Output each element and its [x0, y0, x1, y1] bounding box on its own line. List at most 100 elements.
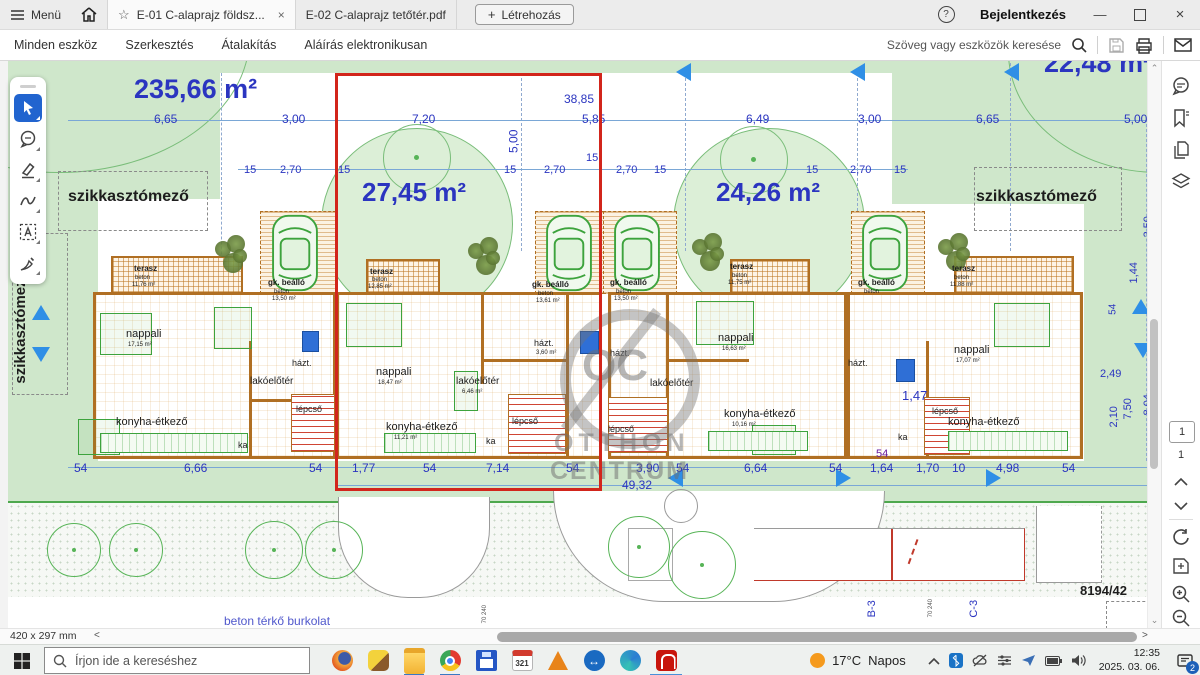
plan-label: 1,44	[1129, 262, 1141, 283]
add-text-tool-button[interactable]	[14, 218, 42, 246]
vertical-scrollbar[interactable]: ⌃ ⌄	[1147, 61, 1161, 628]
hscroll-left-icon[interactable]: <	[94, 630, 100, 641]
zoom-in-icon[interactable]	[1170, 583, 1192, 605]
plan-label: 235,66 m²	[134, 75, 257, 103]
plan-label: beton	[616, 289, 631, 295]
floor-plan-canvas[interactable]: 235,66 m²27,45 m²24,26 m²22,48 m²38,856,…	[8, 61, 1148, 628]
search-label[interactable]: Szöveg vagy eszközök keresése	[887, 38, 1061, 52]
marker-triangle	[32, 347, 50, 362]
home-button[interactable]	[71, 0, 107, 29]
edge-icon[interactable]	[612, 645, 648, 675]
rotate-page-icon[interactable]	[1170, 527, 1192, 549]
weather-temp: 17°C	[832, 653, 861, 668]
page-thumbnails-icon[interactable]	[1170, 139, 1192, 161]
select-tool-button[interactable]	[14, 94, 42, 122]
terrace	[954, 256, 1074, 294]
plan-label: 17,07 m²	[956, 358, 980, 364]
plan-label: 70 240	[482, 605, 488, 623]
plan-label: 15	[806, 165, 818, 177]
plan-label: 15	[244, 165, 256, 177]
menu-szerkesztes[interactable]: Szerkesztés	[111, 38, 207, 52]
plan-label: terasz	[952, 265, 975, 273]
tab-e01[interactable]: ☆ E-01 C-alaprajz földsz... ×	[107, 0, 296, 29]
plan-label: terasz	[134, 265, 157, 273]
fill-sign-tool-button[interactable]	[14, 249, 42, 277]
battery-icon[interactable]	[1045, 656, 1062, 666]
zoom-out-icon[interactable]	[1170, 607, 1192, 629]
close-tab-icon[interactable]: ×	[272, 8, 285, 22]
plan-label: 3,00	[858, 113, 881, 126]
clock[interactable]: 12:35 2025. 03. 06.	[1099, 647, 1160, 673]
plan-label: 6,66	[184, 462, 207, 475]
onedrive-offline-icon[interactable]	[972, 654, 988, 667]
tab-e02[interactable]: E-02 C-alaprajz tetőtér.pdf	[296, 0, 457, 29]
plan-label: 54	[876, 449, 888, 461]
search-icon	[53, 654, 67, 668]
paving-notch	[1036, 506, 1102, 583]
file-explorer-icon[interactable]	[396, 645, 432, 675]
send-plane-icon[interactable]	[1021, 654, 1036, 667]
app-menu-button[interactable]: Menü	[0, 0, 71, 29]
help-button[interactable]: ?	[926, 0, 966, 29]
vertical-scroll-thumb[interactable]	[1150, 319, 1158, 469]
plan-label: beton	[274, 289, 289, 295]
vlc-icon[interactable]	[540, 645, 576, 675]
plan-label: 54	[1108, 304, 1119, 315]
sign-in-button[interactable]: Bejelentkezés	[980, 7, 1066, 22]
plan-label: 54	[829, 462, 842, 475]
next-page-icon[interactable]	[1170, 495, 1192, 517]
add-comment-tool-button[interactable]	[14, 125, 42, 153]
save-tool-icon[interactable]	[468, 645, 504, 675]
taskbar: Írjon ide a kereséshez 321 ↔ 17°C Napos	[0, 644, 1200, 675]
settings-sliders-icon[interactable]	[997, 654, 1012, 667]
save-icon[interactable]	[1108, 37, 1125, 54]
horizontal-scroll-thumb[interactable]	[497, 632, 1137, 642]
notification-center[interactable]: 2	[1170, 645, 1200, 675]
weather-widget[interactable]: 17°C Napos	[810, 653, 906, 668]
mail-icon[interactable]	[1174, 38, 1192, 52]
search-icon[interactable]	[1071, 37, 1087, 53]
hscroll-right-icon[interactable]: >	[1142, 630, 1148, 641]
menu-atalakitas[interactable]: Átalakítás	[207, 38, 290, 52]
menu-minden-eszkoz[interactable]: Minden eszköz	[0, 38, 111, 52]
firefox-icon[interactable]	[324, 645, 360, 675]
print-icon[interactable]	[1135, 37, 1153, 54]
maximize-button[interactable]	[1120, 0, 1160, 29]
start-button[interactable]	[0, 645, 44, 675]
bluetooth-icon[interactable]	[949, 653, 963, 668]
scroll-down-icon[interactable]: ⌄	[1148, 615, 1161, 626]
tab-title: E-02 C-alaprajz tetőtér.pdf	[306, 8, 446, 22]
chrome-icon[interactable]	[432, 645, 468, 675]
home-icon	[81, 7, 97, 22]
minimize-button[interactable]: —	[1080, 0, 1120, 29]
highlight-rectangle[interactable]	[335, 73, 602, 491]
page-number-input[interactable]: 1	[1169, 421, 1195, 443]
comments-panel-icon[interactable]	[1170, 75, 1192, 97]
plan-label: szikkasztómező	[68, 189, 189, 206]
speaker-icon[interactable]	[1071, 654, 1087, 667]
palette-drag-handle[interactable]	[20, 85, 36, 88]
draw-tool-button[interactable]	[14, 187, 42, 215]
calendar-app-icon[interactable]: 321	[504, 645, 540, 675]
tree-circle	[109, 523, 163, 577]
furniture	[214, 307, 252, 349]
plan-label: 13,50 m²	[272, 296, 296, 302]
teamviewer-icon[interactable]: ↔	[576, 645, 612, 675]
highlight-tool-button[interactable]	[14, 156, 42, 184]
parcel-line	[685, 73, 686, 251]
plan-label: 6,65	[976, 113, 999, 126]
snapshot-icon[interactable]	[1170, 555, 1192, 577]
tree-circle	[305, 521, 363, 579]
menu-alairas[interactable]: Aláírás elektronikusan	[290, 38, 441, 52]
paint-app-icon[interactable]	[360, 645, 396, 675]
previous-page-icon[interactable]	[1170, 471, 1192, 493]
taskbar-search-input[interactable]: Írjon ide a kereséshez	[44, 647, 310, 674]
scroll-up-icon[interactable]: ⌃	[1148, 63, 1161, 74]
acrobat-icon[interactable]	[648, 645, 684, 675]
bookmarks-panel-icon[interactable]	[1170, 107, 1192, 129]
close-button[interactable]: ×	[1160, 0, 1200, 29]
tray-expand-icon[interactable]	[928, 657, 940, 665]
create-button[interactable]: + Létrehozás	[475, 4, 574, 25]
tree-circle	[47, 523, 101, 577]
layers-panel-icon[interactable]	[1170, 171, 1192, 193]
